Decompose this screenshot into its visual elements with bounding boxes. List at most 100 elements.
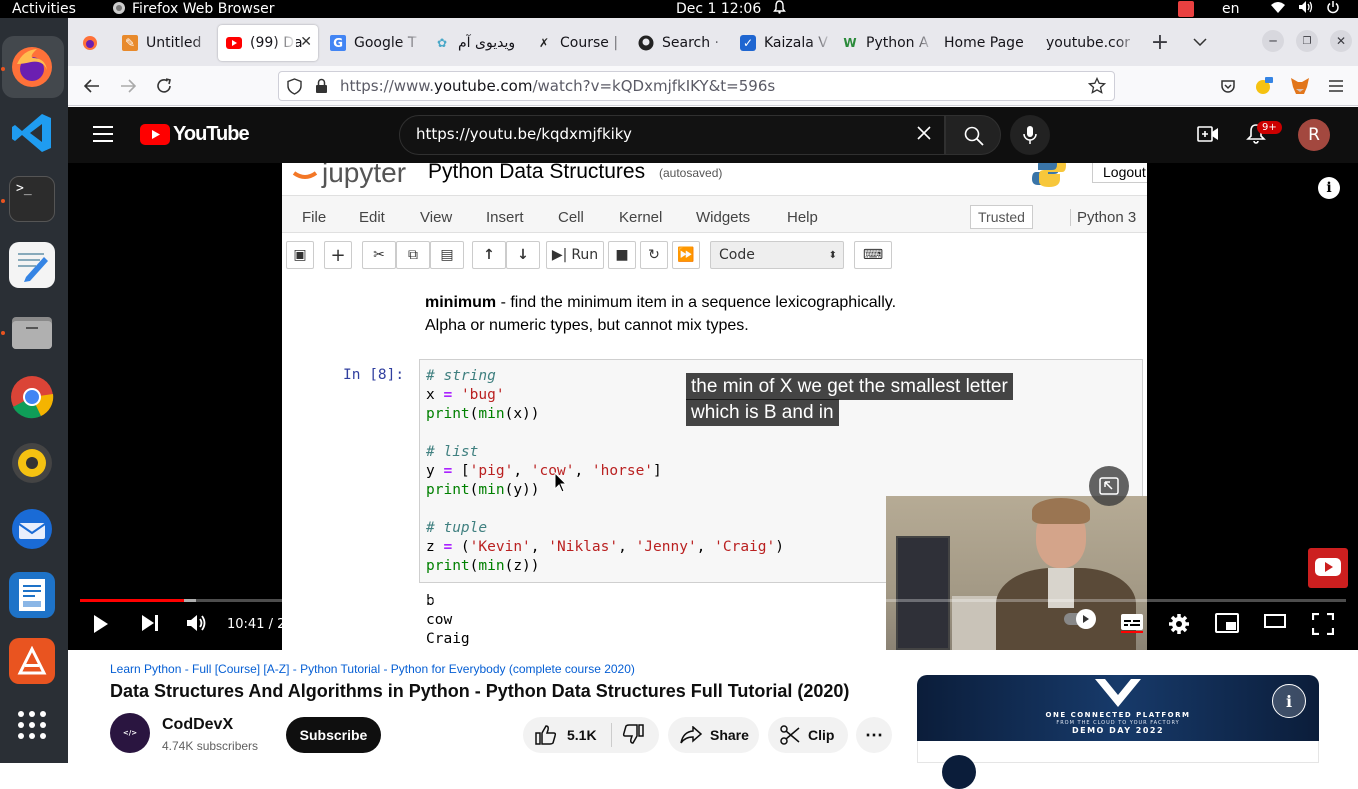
voice-search-button[interactable] bbox=[1010, 115, 1050, 155]
subscribe-button[interactable]: Subscribe bbox=[286, 717, 381, 753]
tray-app-icon[interactable] bbox=[1178, 1, 1194, 17]
terminal-icon[interactable]: >_ bbox=[9, 176, 55, 222]
fullscreen-button[interactable] bbox=[1312, 613, 1334, 635]
minimize-window-icon[interactable]: ─ bbox=[1262, 30, 1284, 52]
search-button[interactable] bbox=[945, 115, 1001, 155]
settings-button[interactable] bbox=[1168, 613, 1190, 635]
tab-persian-video[interactable]: ✿ ویدیوی آم bbox=[426, 25, 526, 61]
vscode-icon[interactable] bbox=[9, 110, 55, 156]
ad-info-icon[interactable]: i bbox=[1272, 684, 1306, 718]
dislike-button[interactable] bbox=[622, 723, 644, 747]
tab-firefox-view[interactable] bbox=[74, 25, 108, 61]
new-tab-plus-icon[interactable]: + bbox=[1148, 30, 1172, 55]
guide-menu-icon[interactable] bbox=[92, 125, 114, 147]
tab-untitled[interactable]: ✎ Untitled bbox=[114, 25, 214, 61]
bell-icon bbox=[773, 0, 786, 19]
tab-kaizala[interactable]: ✓ Kaizala V bbox=[732, 25, 832, 61]
firefox-icon[interactable] bbox=[9, 44, 55, 90]
autoplay-toggle[interactable] bbox=[1064, 609, 1096, 629]
next-button[interactable] bbox=[140, 613, 160, 633]
forward-arrow-icon[interactable] bbox=[116, 74, 140, 98]
list-tabs-chevron-down-icon[interactable] bbox=[1188, 30, 1212, 54]
menu-view: View bbox=[420, 209, 453, 226]
app-menu-label[interactable]: Firefox Web Browser bbox=[132, 0, 275, 18]
copy-icon: ⧉ bbox=[396, 241, 430, 269]
url-text: https://www.youtube.com/watch?v=kQDxmjfk… bbox=[340, 77, 776, 95]
mute-button[interactable] bbox=[186, 613, 208, 633]
skip-next-icon bbox=[142, 615, 158, 631]
metamask-fox-icon[interactable] bbox=[1288, 74, 1312, 98]
tab-youtube-2[interactable]: youtube.cor bbox=[1038, 25, 1138, 61]
time-display: 10:41 / 2:10:09 bbox=[227, 617, 328, 632]
markdown-line-1: minimum - find the minimum item in a seq… bbox=[425, 294, 897, 311]
bookmark-star-icon[interactable] bbox=[1087, 76, 1107, 99]
text-editor-icon[interactable] bbox=[9, 242, 55, 288]
reload-icon[interactable] bbox=[152, 74, 176, 98]
progress-bar[interactable] bbox=[80, 599, 1346, 602]
webcam-overlay bbox=[886, 496, 1147, 650]
trusted-badge: Trusted bbox=[970, 205, 1033, 229]
subscribe-watermark-icon[interactable] bbox=[1308, 548, 1348, 588]
software-center-icon[interactable] bbox=[9, 638, 55, 684]
more-actions-icon[interactable]: ⋯ bbox=[856, 717, 892, 753]
channel-name[interactable]: CodDevX bbox=[162, 716, 233, 734]
notification-count-badge: 9+ bbox=[1257, 121, 1282, 134]
run-button: ▶| Run bbox=[546, 241, 604, 269]
files-icon[interactable] bbox=[9, 308, 55, 354]
url-bar[interactable]: https://www.youtube.com/watch?v=kQDxmjfk… bbox=[278, 71, 1115, 101]
play-button[interactable] bbox=[92, 613, 110, 635]
thunderbird-icon[interactable] bbox=[9, 506, 55, 552]
close-tab-icon[interactable]: ✕ bbox=[300, 34, 312, 50]
theater-mode-button[interactable] bbox=[1264, 613, 1286, 629]
presenter-hair bbox=[1032, 498, 1090, 524]
tab-course[interactable]: ✗ Course | bbox=[528, 25, 628, 61]
ad-avatar bbox=[942, 755, 976, 789]
hamburger-menu-icon[interactable] bbox=[1324, 74, 1348, 98]
tab-python[interactable]: W Python A bbox=[834, 25, 934, 61]
search-input[interactable]: https://youtu.be/kqdxmjfkiky bbox=[399, 115, 945, 155]
channel-avatar[interactable]: </> bbox=[110, 713, 150, 753]
move-down-arrow-icon: ↓ bbox=[506, 241, 540, 269]
clock[interactable]: Dec 1 12:06 bbox=[676, 0, 761, 18]
info-icon[interactable]: i bbox=[1318, 177, 1340, 199]
avatar[interactable]: R bbox=[1298, 119, 1330, 151]
playlist-link[interactable]: Learn Python - Full [Course] [A-Z] - Pyt… bbox=[110, 662, 635, 676]
show-apps-icon[interactable] bbox=[9, 702, 55, 748]
shield-icon[interactable] bbox=[287, 78, 302, 99]
video-player[interactable]: jupyter Python Data Structures (autosave… bbox=[68, 163, 1358, 650]
thumbs-up-icon bbox=[535, 725, 557, 745]
scissors-icon bbox=[780, 725, 800, 745]
share-button[interactable]: Share bbox=[668, 717, 759, 753]
volume-icon[interactable] bbox=[1298, 0, 1314, 19]
like-button[interactable]: 5.1K bbox=[535, 725, 597, 745]
course-icon: ✗ bbox=[538, 36, 550, 50]
close-window-icon[interactable]: ✕ bbox=[1330, 30, 1352, 52]
lock-icon[interactable] bbox=[315, 78, 328, 98]
clear-search-icon[interactable] bbox=[916, 125, 932, 145]
maximize-window-icon[interactable]: ❐ bbox=[1296, 30, 1318, 52]
language-indicator[interactable]: en bbox=[1222, 0, 1240, 18]
activities-button[interactable]: Activities bbox=[12, 0, 76, 18]
create-video-icon[interactable] bbox=[1197, 124, 1219, 148]
back-arrow-icon[interactable] bbox=[80, 74, 104, 98]
youtube-logo[interactable]: YouTube bbox=[140, 123, 250, 146]
subscriber-count: 4.74K subscribers bbox=[162, 739, 259, 753]
power-icon[interactable] bbox=[1326, 0, 1340, 19]
subtitles-button[interactable] bbox=[1120, 613, 1144, 633]
rhythmbox-icon[interactable] bbox=[9, 440, 55, 486]
tab-youtube-active[interactable]: (99) Da ✕ bbox=[218, 25, 318, 61]
tab-google-translate[interactable]: G Google T bbox=[322, 25, 422, 61]
extension-icon[interactable] bbox=[1252, 74, 1276, 98]
tab-github-search[interactable]: Search · bbox=[630, 25, 730, 61]
divider bbox=[610, 723, 612, 747]
lamp-shape bbox=[896, 536, 950, 650]
tab-home-page[interactable]: Home Page bbox=[936, 25, 1036, 61]
miniplayer-button[interactable] bbox=[1215, 613, 1239, 633]
ad-banner[interactable]: ONE CONNECTED PLATFORM FROM THE CLOUD TO… bbox=[917, 675, 1319, 741]
wifi-icon[interactable] bbox=[1270, 0, 1286, 19]
pocket-icon[interactable] bbox=[1216, 74, 1240, 98]
writer-icon[interactable] bbox=[9, 572, 55, 618]
clip-button[interactable]: Clip bbox=[768, 717, 848, 753]
chrome-icon[interactable] bbox=[9, 374, 55, 420]
save-icon: ▣ bbox=[286, 241, 314, 269]
